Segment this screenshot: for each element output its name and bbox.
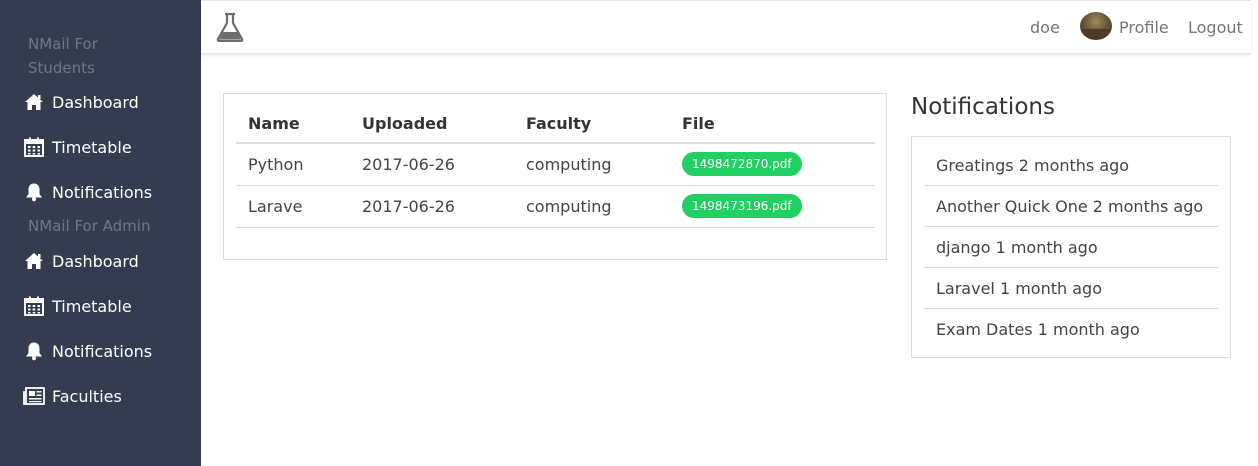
list-item[interactable]: Exam Dates 1 month ago <box>924 309 1218 350</box>
sidebar-item-notifications[interactable]: Notifications <box>23 179 152 205</box>
home-icon <box>23 250 45 272</box>
file-download-badge[interactable]: 1498472870.pdf <box>682 152 802 177</box>
notifications-heading: Notifications <box>911 94 1055 120</box>
table-row: Larave 2017-06-26 computing 1498473196.p… <box>236 185 875 228</box>
column-header-name: Name <box>236 104 350 144</box>
sidebar: NMail For Students Dashboard Timetable N… <box>0 0 201 466</box>
cell-uploaded: 2017-06-26 <box>350 143 514 186</box>
cell-name: Python <box>236 143 350 186</box>
list-item[interactable]: Another Quick One 2 months ago <box>924 186 1218 227</box>
logout-link[interactable]: Logout <box>1188 18 1243 37</box>
column-header-uploaded: Uploaded <box>350 104 514 144</box>
sidebar-item-label: Notifications <box>52 182 153 202</box>
username-label[interactable]: doe <box>1030 18 1060 37</box>
sidebar-item-label: Dashboard <box>52 92 139 112</box>
sidebar-item-admin-timetable[interactable]: Timetable <box>23 293 132 319</box>
cell-file: 1498473196.pdf <box>670 185 875 228</box>
cell-faculty: computing <box>514 185 670 228</box>
column-header-file: File <box>670 104 875 144</box>
sidebar-item-label: Dashboard <box>52 251 139 271</box>
sidebar-item-timetable[interactable]: Timetable <box>23 134 132 160</box>
table-row: Python 2017-06-26 computing 1498472870.p… <box>236 143 875 186</box>
table-header-row: Name Uploaded Faculty File <box>236 104 875 144</box>
sidebar-item-label: Timetable <box>52 137 132 157</box>
list-item[interactable]: Laravel 1 month ago <box>924 268 1218 309</box>
calendar-icon <box>23 295 45 317</box>
files-panel: Name Uploaded Faculty File Python 2017-0… <box>223 93 887 260</box>
sidebar-section-students: NMail For Students <box>28 35 98 77</box>
calendar-icon <box>23 136 45 158</box>
sidebar-item-label: Notifications <box>52 341 153 361</box>
cell-file: 1498472870.pdf <box>670 143 875 186</box>
newspaper-icon <box>23 385 45 407</box>
notifications-panel: Greatings 2 months ago Another Quick One… <box>911 136 1231 358</box>
sidebar-item-admin-dashboard[interactable]: Dashboard <box>23 248 139 274</box>
sidebar-item-label: Faculties <box>52 386 122 406</box>
sidebar-section-admin: NMail For Admin <box>28 217 151 235</box>
bell-icon <box>23 340 45 362</box>
list-item[interactable]: django 1 month ago <box>924 227 1218 268</box>
top-navbar: doe Profile Logout <box>201 0 1251 53</box>
sidebar-item-dashboard[interactable]: Dashboard <box>23 89 139 115</box>
profile-link[interactable]: Profile <box>1119 18 1169 37</box>
files-table: Name Uploaded Faculty File Python 2017-0… <box>236 104 875 228</box>
sidebar-item-admin-notifications[interactable]: Notifications <box>23 338 152 364</box>
cell-faculty: computing <box>514 143 670 186</box>
list-item[interactable]: Greatings 2 months ago <box>924 145 1218 186</box>
bell-icon <box>23 181 45 203</box>
flask-icon[interactable] <box>216 12 244 46</box>
notifications-list: Greatings 2 months ago Another Quick One… <box>924 145 1218 350</box>
column-header-faculty: Faculty <box>514 104 670 144</box>
cell-uploaded: 2017-06-26 <box>350 185 514 228</box>
file-download-badge[interactable]: 1498473196.pdf <box>682 194 802 218</box>
sidebar-item-faculties[interactable]: Faculties <box>23 383 122 409</box>
sidebar-item-label: Timetable <box>52 296 132 316</box>
home-icon <box>23 91 45 113</box>
avatar[interactable] <box>1080 12 1112 40</box>
cell-name: Larave <box>236 185 350 228</box>
